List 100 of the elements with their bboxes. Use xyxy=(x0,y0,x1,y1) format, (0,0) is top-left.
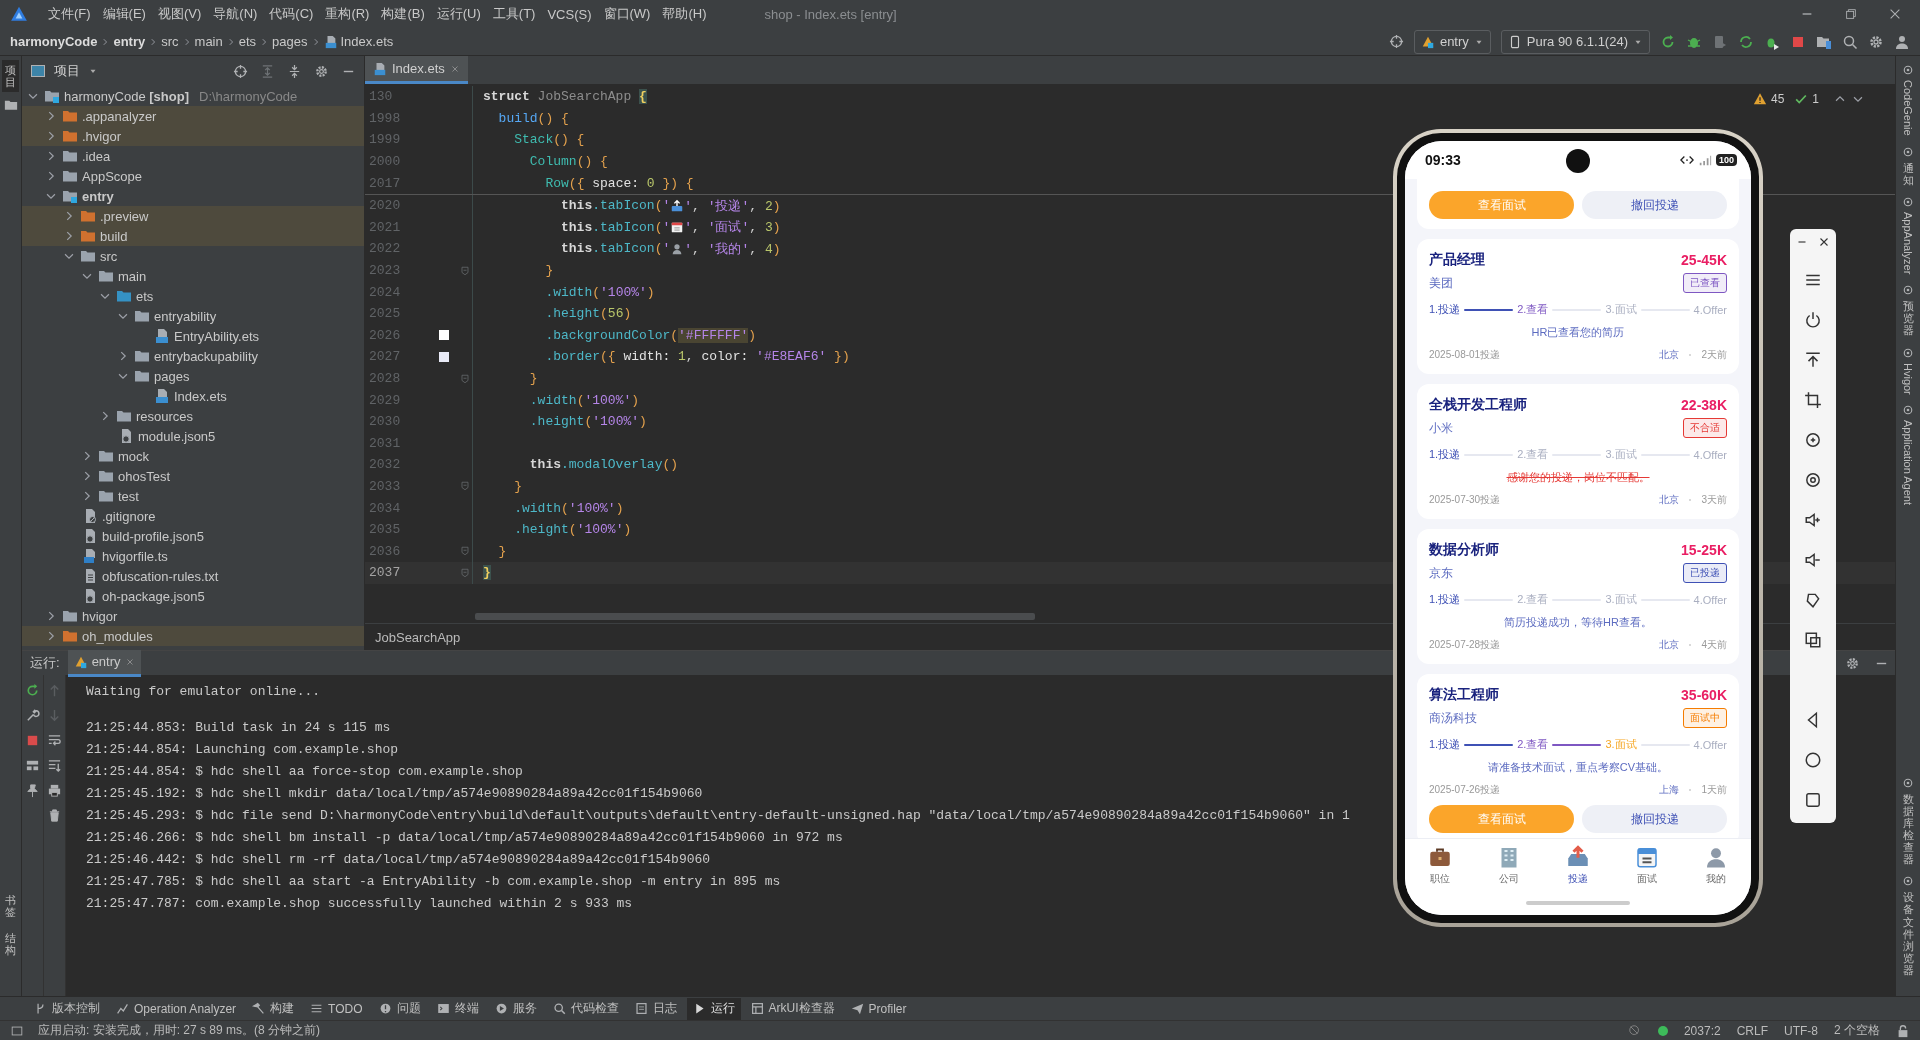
device-dropdown[interactable]: Pura 90 6.1.1(24) xyxy=(1500,29,1650,54)
breadcrumb-link[interactable]: pages xyxy=(272,34,308,49)
tree-item[interactable]: .idea xyxy=(22,146,364,166)
menu-item[interactable]: 代码(C) xyxy=(263,2,320,26)
tool-window-tab[interactable]: 日志 xyxy=(628,997,683,1020)
inspector-icon[interactable] xyxy=(1627,1023,1642,1038)
home-icon[interactable] xyxy=(1804,751,1822,769)
tree-item[interactable]: entryability xyxy=(22,306,364,326)
copy-icon[interactable] xyxy=(1804,631,1822,649)
tree-item[interactable]: ohosTest xyxy=(22,466,364,486)
tab-bar-item[interactable]: 投递 xyxy=(1543,839,1613,891)
tree-item[interactable]: mock xyxy=(22,446,364,466)
tool-window-tab[interactable]: 终端 xyxy=(430,997,485,1020)
tree-item[interactable]: oh-package.json5 xyxy=(22,586,364,606)
print-icon[interactable] xyxy=(47,783,62,798)
tool-window-button[interactable]: AppAnalyzer xyxy=(1902,211,1914,275)
run-tab[interactable]: entry xyxy=(67,649,141,677)
wrap-icon[interactable] xyxy=(47,733,62,748)
tree-item[interactable]: main xyxy=(22,266,364,286)
expand-all-icon[interactable] xyxy=(260,63,275,79)
tool-window-button[interactable]: 预览器 xyxy=(1902,300,1914,337)
tool-window-tab[interactable]: 问题 xyxy=(372,997,427,1020)
tree-item[interactable]: Index.ets xyxy=(22,386,364,406)
action-button[interactable]: 撤回投递 xyxy=(1582,191,1727,219)
tree-item[interactable]: .hvigor xyxy=(22,126,364,146)
action-button[interactable]: 撤回投递 xyxy=(1582,805,1727,833)
search-icon[interactable] xyxy=(1842,33,1858,50)
menu-item[interactable]: VCS(S) xyxy=(541,3,598,25)
account-icon[interactable] xyxy=(1894,33,1910,50)
tab-bar-item[interactable]: 职位 xyxy=(1405,839,1475,891)
menu-item[interactable]: 构建(B) xyxy=(375,2,431,26)
rerun-icon[interactable] xyxy=(1660,33,1676,50)
tool-window-tab[interactable]: TODO xyxy=(304,997,369,1020)
menu-item[interactable]: 视图(V) xyxy=(151,2,208,26)
tool-window-button[interactable]: Application Agent xyxy=(1902,420,1914,506)
tool-window-button[interactable]: 数据库检查器 xyxy=(1902,792,1914,866)
tool-window-button[interactable]: 结构 xyxy=(2,927,19,960)
trash-icon[interactable] xyxy=(47,808,62,823)
indent-setting[interactable]: 2 个空格 xyxy=(1834,1022,1880,1039)
tool-window-tab[interactable]: Operation Analyzer xyxy=(110,997,243,1020)
tree-item[interactable]: EntryAbility.ets xyxy=(22,326,364,346)
menu-item[interactable]: 工具(T) xyxy=(486,2,542,26)
upload-icon[interactable] xyxy=(1804,351,1822,369)
settings-icon[interactable] xyxy=(1868,33,1884,50)
tool-window-tab[interactable]: 构建 xyxy=(246,997,301,1020)
tool-window-tab[interactable]: 版本控制 xyxy=(28,997,106,1020)
breadcrumb-link[interactable]: ets xyxy=(238,34,257,49)
settings-icon[interactable] xyxy=(314,63,329,79)
menu-item[interactable]: 文件(F) xyxy=(42,2,97,26)
tree-item[interactable]: ets xyxy=(22,286,364,306)
menu-item[interactable]: 重构(R) xyxy=(319,2,376,26)
tree-item[interactable]: src xyxy=(22,246,364,266)
rerun-icon[interactable] xyxy=(25,683,40,698)
tool-window-tab[interactable]: 代码检查 xyxy=(546,997,625,1020)
tree-item[interactable]: oh_modules xyxy=(22,626,364,646)
wrench-icon[interactable] xyxy=(25,708,40,723)
locate-icon[interactable] xyxy=(233,63,248,79)
tree-item[interactable]: module.json5 xyxy=(22,426,364,446)
scroll-end-icon[interactable] xyxy=(47,758,62,773)
file-tab[interactable]: Index.ets xyxy=(365,56,468,84)
tree-item[interactable]: entrybackupability xyxy=(22,346,364,366)
tree-item[interactable]: hvigor xyxy=(22,606,364,626)
tree-item[interactable]: build-profile.json5 xyxy=(22,526,364,546)
tool-window-button[interactable]: 设备文件浏览器 xyxy=(1902,891,1914,976)
menu-item[interactable]: 运行(U) xyxy=(430,2,487,26)
tree-item[interactable]: AppScope xyxy=(22,166,364,186)
crop-icon[interactable] xyxy=(1804,391,1822,409)
tool-window-button[interactable]: 项目 xyxy=(2,60,19,93)
power-icon[interactable] xyxy=(1804,311,1822,329)
tool-window-tab[interactable]: 运行 xyxy=(686,997,741,1020)
tree-item[interactable]: resources xyxy=(22,406,364,426)
tab-bar-item[interactable]: 公司 xyxy=(1474,839,1544,891)
breadcrumb-link[interactable]: src xyxy=(161,34,179,49)
breadcrumb-link[interactable]: Index.ets xyxy=(323,34,394,49)
tool-window-button[interactable]: CodeGenie xyxy=(1902,80,1914,136)
volume-down-icon[interactable] xyxy=(1804,551,1822,569)
volume-up-icon[interactable] xyxy=(1804,511,1822,529)
restore-icon[interactable] xyxy=(1844,7,1858,21)
tab-bar-item[interactable]: 我的 xyxy=(1681,839,1751,891)
close-icon[interactable] xyxy=(1888,7,1902,21)
tool-window-button[interactable]: Hvigor xyxy=(1902,362,1914,395)
stop-icon[interactable] xyxy=(25,733,40,748)
tree-item[interactable]: entry xyxy=(22,186,364,206)
tree-item[interactable]: .appanalyzer xyxy=(22,106,364,126)
tree-item[interactable]: .gitignore xyxy=(22,506,364,526)
lock-icon[interactable] xyxy=(1896,1023,1910,1038)
recents-icon[interactable] xyxy=(1804,791,1822,809)
run-config-dropdown[interactable]: entry xyxy=(1413,29,1491,54)
caret-position[interactable]: 2037:2 xyxy=(1683,1023,1721,1038)
breadcrumb-link[interactable]: main xyxy=(194,34,223,49)
collapse-all-icon[interactable] xyxy=(287,63,302,79)
file-encoding[interactable]: UTF-8 xyxy=(1784,1023,1818,1038)
tree-item[interactable]: .preview xyxy=(22,206,364,226)
reload-icon[interactable] xyxy=(1738,33,1754,50)
breadcrumb-link[interactable]: entry xyxy=(113,34,146,49)
menu-item[interactable]: 帮助(H) xyxy=(656,2,713,26)
menu-item[interactable]: 编辑(E) xyxy=(96,2,152,26)
layout-icon[interactable] xyxy=(25,758,40,773)
panel-toggle-icon[interactable] xyxy=(10,1023,24,1038)
tree-item[interactable]: obfuscation-rules.txt xyxy=(22,566,364,586)
